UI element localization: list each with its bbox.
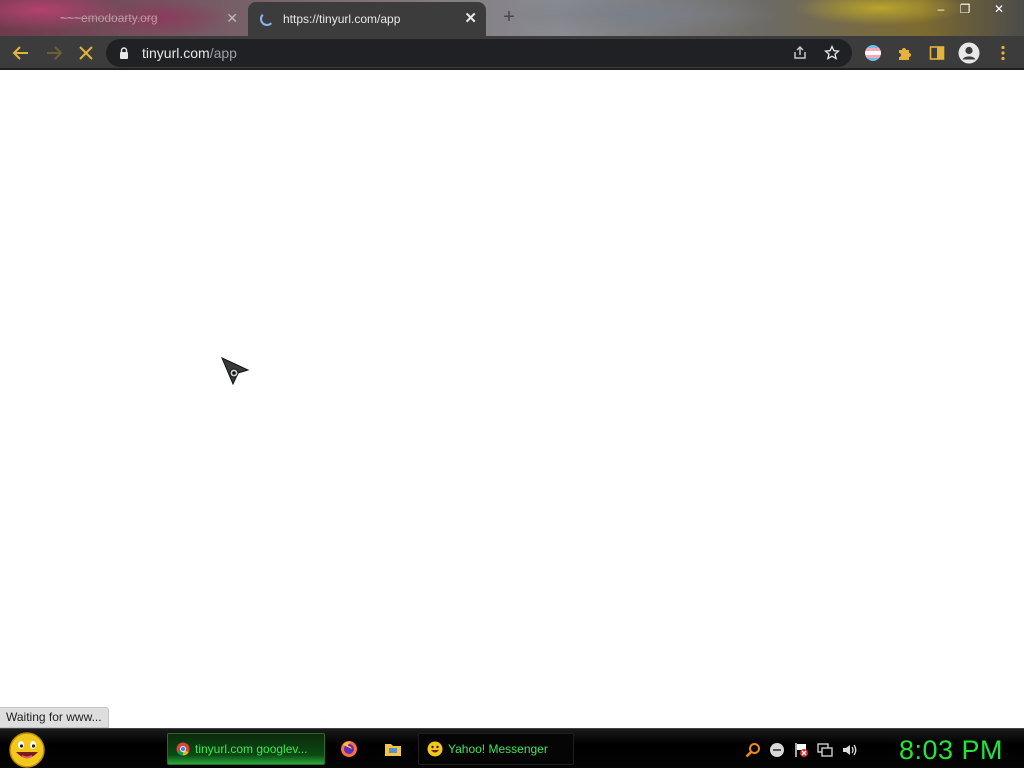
bookmark-star-icon[interactable]: [824, 45, 840, 61]
taskbar-button-label: Yahoo! Messenger: [448, 742, 548, 756]
folder-icon: [385, 744, 401, 756]
taskbar: tinyurl.com googlev... Yahoo! Messenger: [0, 728, 1024, 768]
share-icon[interactable]: [792, 45, 808, 61]
messenger-status-icon[interactable]: [768, 741, 786, 759]
tab-close-icon[interactable]: ✕: [226, 10, 238, 27]
url-host: tinyurl.com: [142, 45, 210, 61]
arrow-right-icon: [47, 46, 63, 60]
side-panel-button[interactable]: [926, 42, 948, 64]
smiley-start-icon: [9, 732, 45, 768]
back-button[interactable]: [10, 42, 32, 64]
status-bubble: Waiting for www...: [0, 707, 109, 728]
stop-x-icon: [79, 46, 93, 60]
mouse-cursor-icon: [220, 356, 250, 391]
chrome-icon: [176, 742, 190, 756]
firefox-pinned-button[interactable]: [335, 735, 363, 763]
restore-button[interactable]: ❐: [956, 2, 974, 16]
puzzle-piece-icon: [899, 48, 911, 60]
browser-toolbar: tinyurl.com/app: [0, 36, 1024, 70]
tab-title: ~~~emodoarty.org: [60, 11, 158, 25]
search-icon[interactable]: [744, 741, 762, 759]
menu-button[interactable]: [992, 42, 1014, 64]
arrow-left-icon: [12, 46, 28, 60]
start-button[interactable]: [6, 731, 48, 768]
taskbar-button-label: tinyurl.com googlev...: [195, 742, 308, 756]
action-center-flag-icon[interactable]: [792, 741, 810, 759]
taskbar-button-yahoo-messenger[interactable]: Yahoo! Messenger: [418, 733, 574, 765]
lock-icon: [120, 47, 128, 59]
url-path: /app: [209, 45, 237, 61]
yahoo-smiley-icon: [427, 741, 443, 757]
network-icon[interactable]: [816, 741, 834, 759]
volume-icon[interactable]: [840, 741, 858, 759]
tab-close-icon[interactable]: ✕: [464, 9, 477, 27]
firefox-icon: [341, 741, 357, 757]
tab-title: https://tinyurl.com/app: [283, 12, 401, 26]
browser-tab-strip: ~~~emodoarty.org ✕ https://tinyurl.com/a…: [0, 0, 1024, 36]
close-window-button[interactable]: ✕: [990, 2, 1008, 16]
tab-emodoarty[interactable]: ~~~emodoarty.org ✕: [8, 2, 248, 34]
forward-button[interactable]: [43, 42, 65, 64]
new-tab-button[interactable]: +: [498, 6, 520, 28]
avatar-icon: [958, 42, 980, 64]
loading-spinner-icon: [260, 12, 274, 26]
kebab-menu-icon: [1001, 45, 1005, 61]
flag-circle-icon: [865, 45, 881, 61]
extensions-button[interactable]: [894, 42, 916, 64]
address-bar[interactable]: tinyurl.com/app: [106, 39, 852, 67]
taskbar-clock[interactable]: 8:03 PM: [878, 731, 1024, 768]
profile-button[interactable]: [958, 42, 980, 64]
tab-tinyurl[interactable]: https://tinyurl.com/app ✕: [248, 2, 486, 36]
stop-loading-button[interactable]: [75, 42, 97, 64]
file-explorer-pinned-button[interactable]: [379, 735, 407, 763]
extension-flag-button[interactable]: [862, 42, 884, 64]
page-viewport: [0, 70, 1024, 728]
minimize-button[interactable]: –: [932, 2, 950, 16]
side-panel-icon: [929, 46, 945, 60]
taskbar-button-chrome[interactable]: tinyurl.com googlev...: [167, 733, 325, 765]
